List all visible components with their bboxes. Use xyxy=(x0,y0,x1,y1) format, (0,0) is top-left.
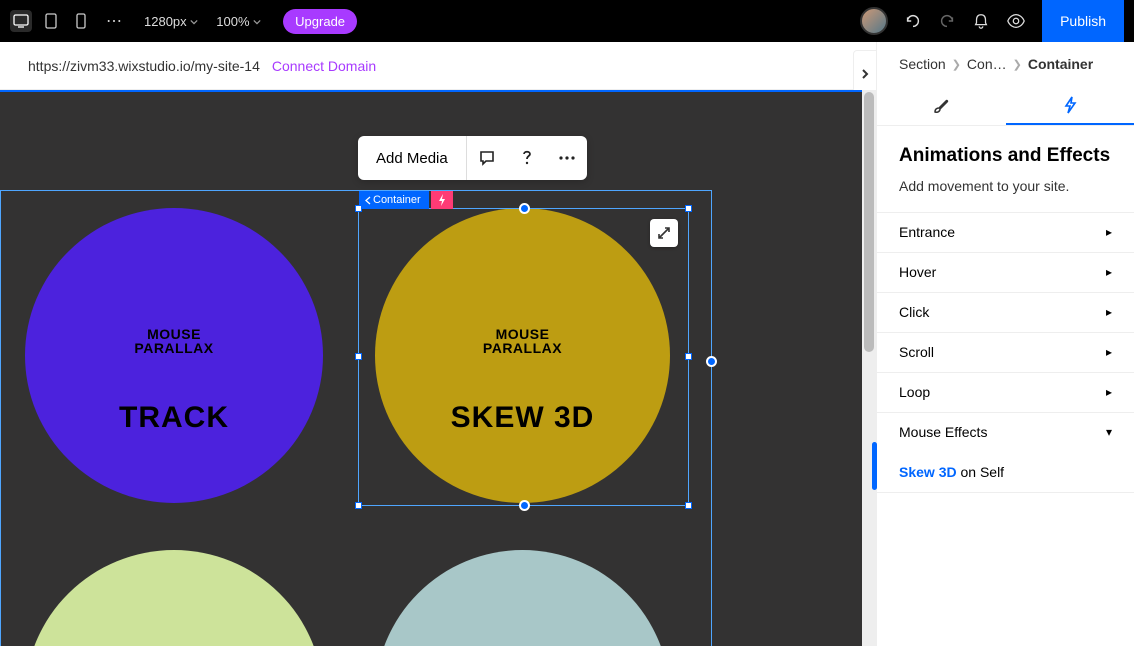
chevron-down-icon xyxy=(190,18,198,26)
desktop-device-button[interactable] xyxy=(10,10,32,32)
chevron-right-icon: ▸ xyxy=(1106,265,1112,279)
effect-target-text: on Self xyxy=(957,464,1004,480)
resize-handle-n[interactable] xyxy=(519,203,530,214)
comment-button[interactable] xyxy=(467,136,507,180)
notifications-button[interactable] xyxy=(972,12,990,30)
inspector-tabs xyxy=(877,86,1134,126)
comment-icon xyxy=(478,149,496,167)
resize-handle-ne[interactable] xyxy=(685,205,692,212)
inspector-breadcrumb: Section ❯ Con… ❯ Container xyxy=(877,42,1134,86)
chevron-right-icon: ▸ xyxy=(1106,345,1112,359)
resize-handle-s[interactable] xyxy=(519,500,530,511)
undo-icon xyxy=(904,12,922,30)
user-avatar[interactable] xyxy=(860,7,888,35)
selected-element-outline: Container xyxy=(358,208,689,506)
chevron-right-icon xyxy=(860,68,870,80)
redo-icon xyxy=(938,12,956,30)
canvas-top-edge xyxy=(0,90,876,92)
tablet-icon xyxy=(45,13,57,29)
floating-context-toolbar: Add Media xyxy=(358,136,587,180)
effect-name-link[interactable]: Skew 3D xyxy=(899,464,957,480)
chevron-right-icon: ▸ xyxy=(1106,305,1112,319)
breadcrumb-current: Container xyxy=(1028,56,1093,72)
vertical-scrollbar-thumb[interactable] xyxy=(864,92,874,352)
viewport-width-dropdown[interactable]: 1280px xyxy=(144,14,198,29)
resize-handle-se[interactable] xyxy=(685,502,692,509)
site-url-text: https://zivm33.wixstudio.io/my-site-14 xyxy=(28,58,260,74)
section-mouse-effects[interactable]: Mouse Effects▾ xyxy=(877,412,1134,452)
chevron-right-icon: ❯ xyxy=(1013,58,1022,71)
vertical-scrollbar-track[interactable] xyxy=(862,90,876,646)
panel-subtitle: Add movement to your site. xyxy=(899,178,1112,194)
resize-handle-w[interactable] xyxy=(355,353,362,360)
chevron-right-icon: ❯ xyxy=(952,58,961,71)
chevron-right-icon: ▸ xyxy=(1106,385,1112,399)
chevron-down-icon xyxy=(253,18,261,26)
publish-button[interactable]: Publish xyxy=(1042,0,1124,42)
redo-button[interactable] xyxy=(938,12,956,30)
applied-mouse-effect-row[interactable]: Skew 3D on Self xyxy=(877,452,1134,493)
section-loop[interactable]: Loop▸ xyxy=(877,372,1134,412)
panel-resize-handle[interactable] xyxy=(872,442,877,490)
lightning-icon xyxy=(437,194,447,206)
desktop-icon xyxy=(13,14,29,28)
canvas-area: https://zivm33.wixstudio.io/my-site-14 C… xyxy=(0,42,876,646)
chevron-right-icon: ▸ xyxy=(1106,225,1112,239)
dots-icon xyxy=(558,155,576,161)
add-media-button[interactable]: Add Media xyxy=(358,136,467,180)
resize-handle-e[interactable] xyxy=(685,353,692,360)
bell-icon xyxy=(972,12,990,30)
connect-domain-link[interactable]: Connect Domain xyxy=(272,58,376,74)
size-zoom-group: 1280px 100% xyxy=(144,14,261,29)
panel-title: Animations and Effects xyxy=(899,144,1112,168)
breadcrumb-container-parent[interactable]: Con… xyxy=(967,56,1007,72)
selection-breadcrumb-tag[interactable]: Container xyxy=(359,191,429,209)
section-entrance[interactable]: Entrance▸ xyxy=(877,212,1134,252)
expand-button[interactable] xyxy=(650,219,678,247)
design-canvas[interactable]: MOUSE PARALLAX TRACK MOUSE PARALLAX SKEW… xyxy=(0,90,876,646)
expand-icon xyxy=(657,226,671,240)
top-bar: ⋯ 1280px 100% Upgrade Publish xyxy=(0,0,1134,42)
mobile-device-button[interactable] xyxy=(70,10,92,32)
lightning-icon xyxy=(1063,96,1077,114)
section-scroll[interactable]: Scroll▸ xyxy=(877,332,1134,372)
inspector-panel: Section ❯ Con… ❯ Container Animations an… xyxy=(876,42,1134,646)
preview-button[interactable] xyxy=(1006,12,1026,30)
help-button[interactable] xyxy=(507,136,547,180)
section-hover[interactable]: Hover▸ xyxy=(877,252,1134,292)
question-icon xyxy=(519,149,535,167)
brush-icon xyxy=(932,97,950,115)
design-tab[interactable] xyxy=(877,86,1006,125)
more-devices-button[interactable]: ⋯ xyxy=(106,11,124,31)
effects-tab[interactable] xyxy=(1006,86,1134,125)
resize-handle-nw[interactable] xyxy=(355,205,362,212)
breadcrumb-section[interactable]: Section xyxy=(899,56,946,72)
section-click[interactable]: Click▸ xyxy=(877,292,1134,332)
more-actions-button[interactable] xyxy=(547,136,587,180)
undo-button[interactable] xyxy=(904,12,922,30)
mobile-icon xyxy=(76,13,86,29)
tablet-device-button[interactable] xyxy=(40,10,62,32)
url-bar: https://zivm33.wixstudio.io/my-site-14 C… xyxy=(0,42,876,90)
parent-edge-handle-right[interactable] xyxy=(706,356,717,367)
eye-icon xyxy=(1006,12,1026,30)
effects-indicator-tag[interactable] xyxy=(431,191,453,209)
zoom-dropdown[interactable]: 100% xyxy=(216,14,261,29)
chevron-down-icon: ▾ xyxy=(1106,425,1112,439)
device-switch-group: ⋯ xyxy=(10,10,124,32)
upgrade-button[interactable]: Upgrade xyxy=(283,9,357,34)
resize-handle-sw[interactable] xyxy=(355,502,362,509)
selection-tag-group: Container xyxy=(359,191,453,209)
chevron-left-icon xyxy=(365,196,371,205)
